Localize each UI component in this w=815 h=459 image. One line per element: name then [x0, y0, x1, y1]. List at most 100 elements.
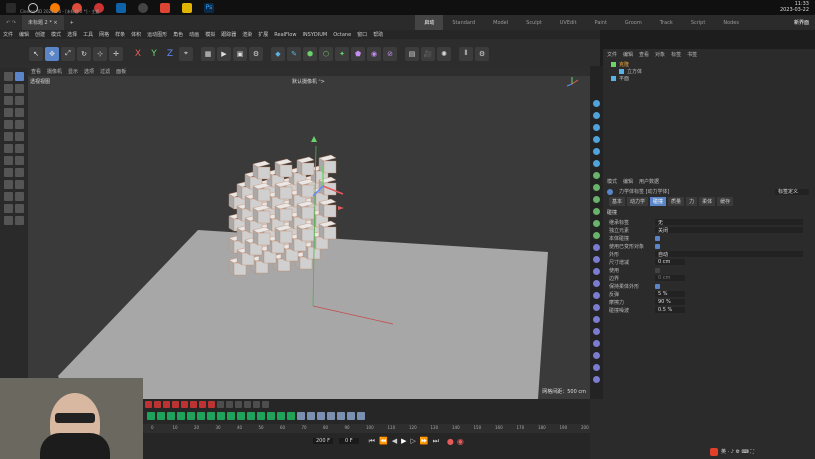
object-row[interactable]: 平面: [603, 75, 815, 82]
dissolve-icon[interactable]: [15, 180, 24, 189]
end-frame-field[interactable]: 200 F: [313, 438, 334, 444]
key-tool-icon-4[interactable]: [181, 401, 188, 408]
tag-definition-dropdown[interactable]: 标签定义: [775, 188, 809, 195]
anim-tool-icon-6[interactable]: [207, 412, 215, 420]
ime-icon[interactable]: [710, 448, 718, 456]
anim-tool-icon-8[interactable]: [227, 412, 235, 420]
object-menu-item-0[interactable]: 文件: [607, 51, 617, 58]
attribute-dropdown[interactable]: 无: [655, 219, 803, 226]
anim-tool-icon-10[interactable]: [247, 412, 255, 420]
z-axis-lock-icon[interactable]: Z: [163, 47, 177, 61]
right-strip-icon-10[interactable]: [593, 220, 600, 227]
anim-tool-icon-21[interactable]: [357, 412, 365, 420]
view-orientation-gizmo[interactable]: [566, 77, 579, 87]
windows-start-icon[interactable]: [6, 2, 16, 13]
add-tab-button[interactable]: +: [64, 15, 80, 30]
model-mode-icon[interactable]: [15, 72, 24, 81]
object-axis-icon[interactable]: [4, 108, 13, 117]
anim-tool-icon-18[interactable]: [327, 412, 335, 420]
render-view-icon[interactable]: ▶: [217, 46, 231, 61]
select-tool-icon[interactable]: ↖: [29, 46, 43, 61]
coordinate-system-icon[interactable]: ⌖: [179, 46, 193, 61]
smooth-icon[interactable]: [4, 192, 13, 201]
workspace-tab-6[interactable]: Groom: [616, 15, 651, 30]
brush-icon[interactable]: [15, 132, 24, 141]
extrude-icon[interactable]: [4, 156, 13, 165]
menu-item-12[interactable]: 模拟: [202, 31, 218, 38]
key-tool-icon-10[interactable]: [235, 401, 242, 408]
attribute-menu-item-0[interactable]: 模式: [607, 178, 617, 185]
cinema4d-icon[interactable]: [138, 2, 148, 13]
object-row[interactable]: 立方体: [603, 68, 815, 75]
anim-tool-icon-5[interactable]: [197, 412, 205, 420]
rotate-tool-icon[interactable]: ↻: [77, 46, 91, 61]
bridge-icon[interactable]: [15, 156, 24, 165]
prev-frame-icon[interactable]: ◀: [392, 437, 397, 445]
gizmo-y-arrow[interactable]: [311, 136, 317, 142]
right-strip-icon-23[interactable]: [593, 376, 600, 383]
right-strip-icon-9[interactable]: [593, 208, 600, 215]
pen-spline-icon[interactable]: ✎: [287, 46, 301, 61]
object-row[interactable]: 克隆: [603, 61, 815, 68]
go-to-end-icon[interactable]: ⏭: [433, 437, 439, 446]
attribute-tab-6[interactable]: 缓存: [717, 197, 734, 206]
attribute-field[interactable]: 0 cm: [655, 259, 685, 265]
transform-tool-icon[interactable]: ⊹: [93, 46, 107, 61]
deformer-icon[interactable]: ⬟: [351, 46, 365, 61]
attribute-field[interactable]: 0 cm: [655, 275, 685, 281]
right-strip-icon-18[interactable]: [593, 316, 600, 323]
render-region-icon[interactable]: ▦: [201, 46, 215, 61]
menu-item-16[interactable]: RealFlow: [271, 32, 299, 38]
menu-item-13[interactable]: 跟踪器: [218, 31, 239, 38]
light-icon[interactable]: ✺: [437, 46, 451, 61]
grid-icon[interactable]: [15, 204, 24, 213]
right-strip-icon-12[interactable]: [593, 244, 600, 251]
menu-item-18[interactable]: Octane: [330, 32, 354, 38]
polygon-select-icon[interactable]: [4, 132, 13, 141]
record-icon[interactable]: ●: [447, 437, 454, 446]
polygons-mode-icon[interactable]: [4, 96, 13, 105]
go-to-start-icon[interactable]: ⏮: [369, 437, 375, 446]
key-tool-icon-11[interactable]: [244, 401, 251, 408]
next-key-icon[interactable]: ⏩: [420, 437, 429, 445]
sculpt-icon[interactable]: [15, 192, 24, 201]
gizmo-x-arrow[interactable]: [338, 206, 344, 210]
viewport[interactable]: 查看 摄像机 显示 选项 过滤 面板 透视视图 默认摄像机 ᵒ> 网格间距：500 cm: [28, 66, 590, 399]
right-strip-icon-20[interactable]: [593, 340, 600, 347]
workspace-tab-9[interactable]: Nodes: [714, 15, 748, 30]
workspace-tab-1[interactable]: Standard: [443, 15, 484, 30]
right-strip-icon-1[interactable]: [593, 112, 600, 119]
weld-icon[interactable]: [15, 168, 24, 177]
right-strip-icon-11[interactable]: [593, 232, 600, 239]
workspace-tab-0[interactable]: 启动: [415, 15, 444, 30]
anim-tool-icon-7[interactable]: [217, 412, 225, 420]
quantize-icon[interactable]: [15, 216, 24, 225]
right-strip-icon-5[interactable]: [593, 160, 600, 167]
attribute-field[interactable]: 5 %: [655, 291, 685, 297]
attribute-tab-5[interactable]: 柔体: [699, 197, 716, 206]
rectangle-select-icon[interactable]: [4, 120, 13, 129]
attribute-checkbox[interactable]: [655, 283, 660, 289]
anim-tool-icon-2[interactable]: [167, 412, 175, 420]
anim-tool-icon-0[interactable]: [147, 412, 155, 420]
attribute-tab-3[interactable]: 质量: [668, 197, 685, 206]
loop-cut-icon[interactable]: [4, 180, 13, 189]
cube-icon[interactable]: ◆: [271, 46, 285, 61]
magnet-icon[interactable]: [4, 168, 13, 177]
key-tool-icon-13[interactable]: [262, 401, 269, 408]
key-tool-icon-7[interactable]: [208, 401, 215, 408]
app-blue-icon[interactable]: [116, 2, 126, 13]
menu-item-1[interactable]: 编辑: [16, 31, 32, 38]
key-tool-icon-1[interactable]: [154, 401, 161, 408]
right-strip-icon-17[interactable]: [593, 304, 600, 311]
next-frame-icon[interactable]: ▷: [410, 437, 415, 445]
right-strip-icon-15[interactable]: [593, 280, 600, 287]
undo-icon[interactable]: [4, 72, 13, 81]
knife-icon[interactable]: [4, 144, 13, 153]
anim-tool-icon-12[interactable]: [267, 412, 275, 420]
anim-tool-icon-9[interactable]: [237, 412, 245, 420]
current-frame-field[interactable]: 0 F: [339, 438, 359, 444]
attribute-checkbox[interactable]: [655, 267, 660, 273]
menu-item-3[interactable]: 模式: [48, 31, 64, 38]
attribute-tab-0[interactable]: 基本: [609, 197, 626, 206]
